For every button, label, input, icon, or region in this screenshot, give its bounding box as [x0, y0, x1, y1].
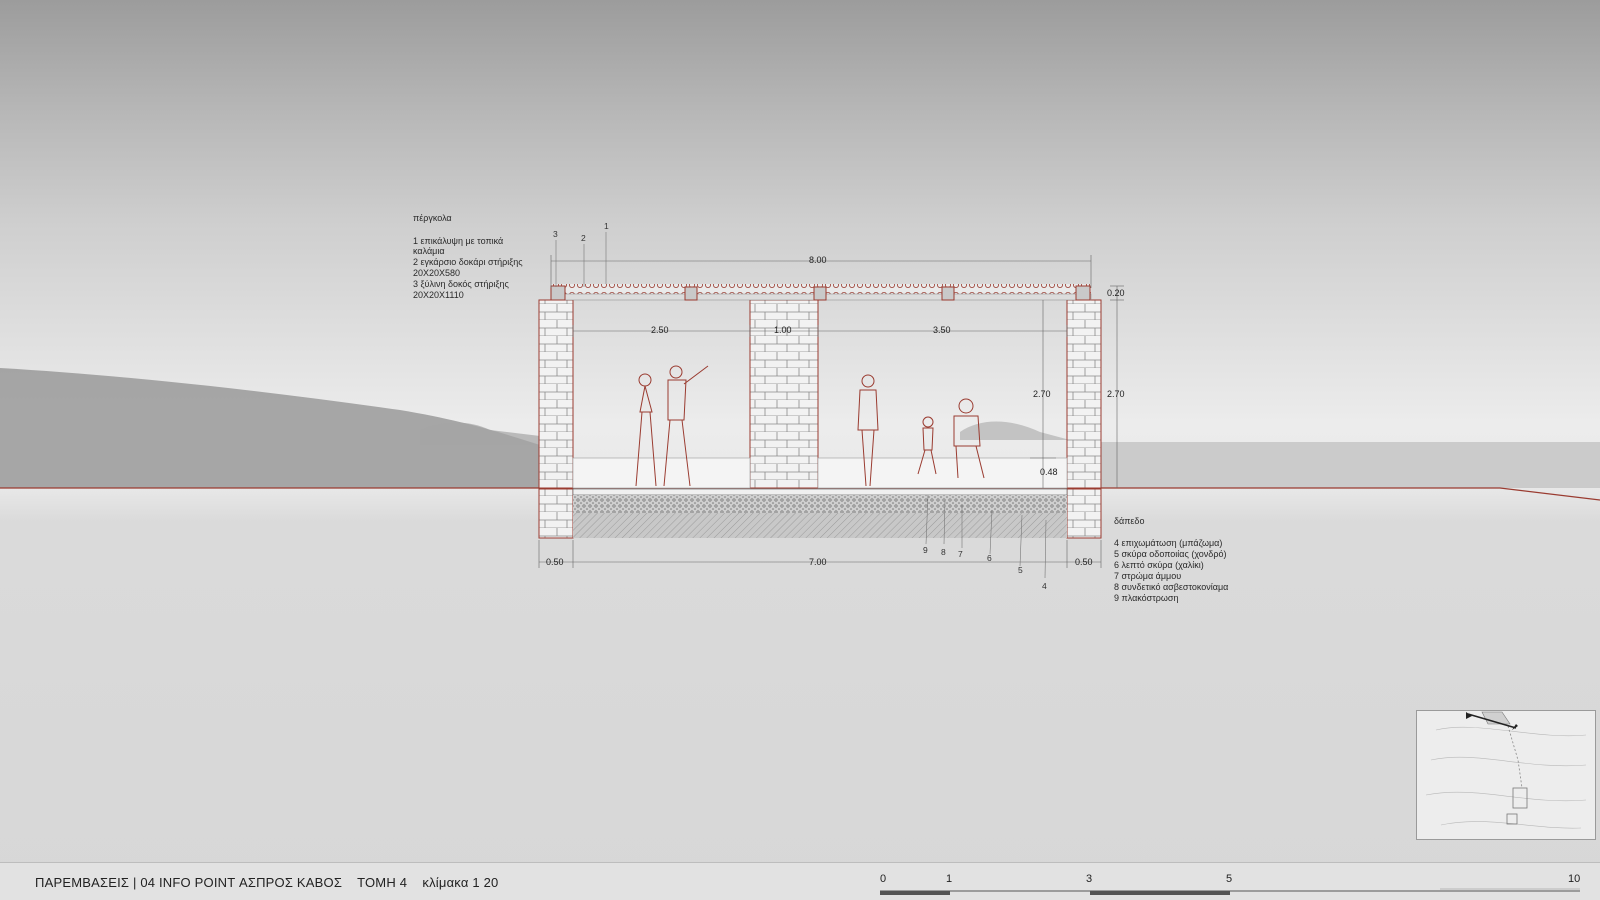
- graphic-scale-bar: 0 1 3 5 10: [880, 873, 1580, 895]
- scale-tick: 10: [1568, 873, 1580, 885]
- pergola-legend-item: 1 επικάλυψη με τοπικά: [413, 236, 503, 246]
- dim-roof: 0.20: [1107, 288, 1125, 298]
- floor-legend-heading: δάπεδο: [1114, 516, 1144, 526]
- floor-legend-item: 4 επιχωμάτωση (μπάζωμα): [1114, 538, 1222, 548]
- drawing-sheet: πέργκολα 1 επικάλυψη με τοπικά καλάμια 2…: [0, 0, 1600, 900]
- callout-number: 9: [923, 545, 928, 555]
- scale-segment: [1090, 891, 1230, 895]
- sheet-title: ΠΑΡΕΜΒΑΣΕΙΣ | 04 INFO POINT ΑΣΠΡΟΣ ΚΑΒΟΣ: [35, 875, 343, 890]
- pergola-legend-heading: πέργκολα: [413, 213, 452, 223]
- callout-number: 1: [604, 221, 609, 231]
- title-block: ΠΑΡΕΜΒΑΣΕΙΣ | 04 INFO POINT ΑΣΠΡΟΣ ΚΑΒΟΣ…: [0, 862, 1600, 900]
- annotation-layer: πέργκολα 1 επικάλυψη με τοπικά καλάμια 2…: [413, 213, 1228, 603]
- callout-number: 8: [941, 547, 946, 557]
- callout-number: 5: [1018, 565, 1023, 575]
- floor-legend-item: 7 στρώμα άμμου: [1114, 571, 1181, 581]
- callout-number: 4: [1042, 581, 1047, 591]
- floor-legend-item: 8 συνδετικό ασβεστοκονίαμα: [1114, 582, 1228, 592]
- dim-wall-left: 0.50: [546, 557, 564, 567]
- dim-span-right: 3.50: [933, 325, 951, 335]
- floor-legend-item: 5 σκύρα οδοποιίας (χονδρό): [1114, 549, 1226, 559]
- callout-number: 3: [553, 229, 558, 239]
- dim-height-inner: 2.70: [1033, 389, 1051, 399]
- scale-tick: 0: [880, 873, 886, 885]
- dim-inner-width: 7.00: [809, 557, 827, 567]
- floor-legend-item: 6 λεπτό σκύρα (χαλίκι): [1114, 560, 1204, 570]
- callout-number: 6: [987, 553, 992, 563]
- pergola-legend-item: 20Χ20Χ1110: [413, 290, 464, 300]
- scale-tick: 5: [1226, 873, 1232, 885]
- section-label: ΤΟΜΗ 4: [357, 875, 408, 890]
- scale-tick: 3: [1086, 873, 1092, 885]
- dim-span-left: 2.50: [651, 325, 669, 335]
- callout-number: 7: [958, 549, 963, 559]
- sheet-title-line: ΠΑΡΕΜΒΑΣΕΙΣ | 04 INFO POINT ΑΣΠΡΟΣ ΚΑΒΟΣ…: [35, 875, 498, 890]
- dim-wall-right: 0.50: [1075, 557, 1093, 567]
- scale-label: κλίμακα 1 20: [422, 875, 499, 890]
- scale-tick: 1: [946, 873, 952, 885]
- scale-segment: [880, 891, 950, 895]
- pergola-legend-item: 3 ξύλινη δοκός στήριξης: [413, 279, 509, 289]
- key-plan: [1416, 710, 1596, 840]
- pergola-legend-item: καλάμια: [413, 246, 445, 256]
- dim-pillar: 1.00: [774, 325, 792, 335]
- dim-bench: 0.48: [1040, 467, 1058, 477]
- callout-number: 2: [581, 233, 586, 243]
- floor-legend-item: 9 πλακόστρωση: [1114, 593, 1179, 603]
- dim-height-outer: 2.70: [1107, 389, 1125, 399]
- dim-total-width: 8.00: [809, 255, 827, 265]
- pergola-legend-item: 20Χ20Χ580: [413, 268, 460, 278]
- pergola-legend-item: 2 εγκάρσιο δοκάρι στήριξης: [413, 257, 523, 267]
